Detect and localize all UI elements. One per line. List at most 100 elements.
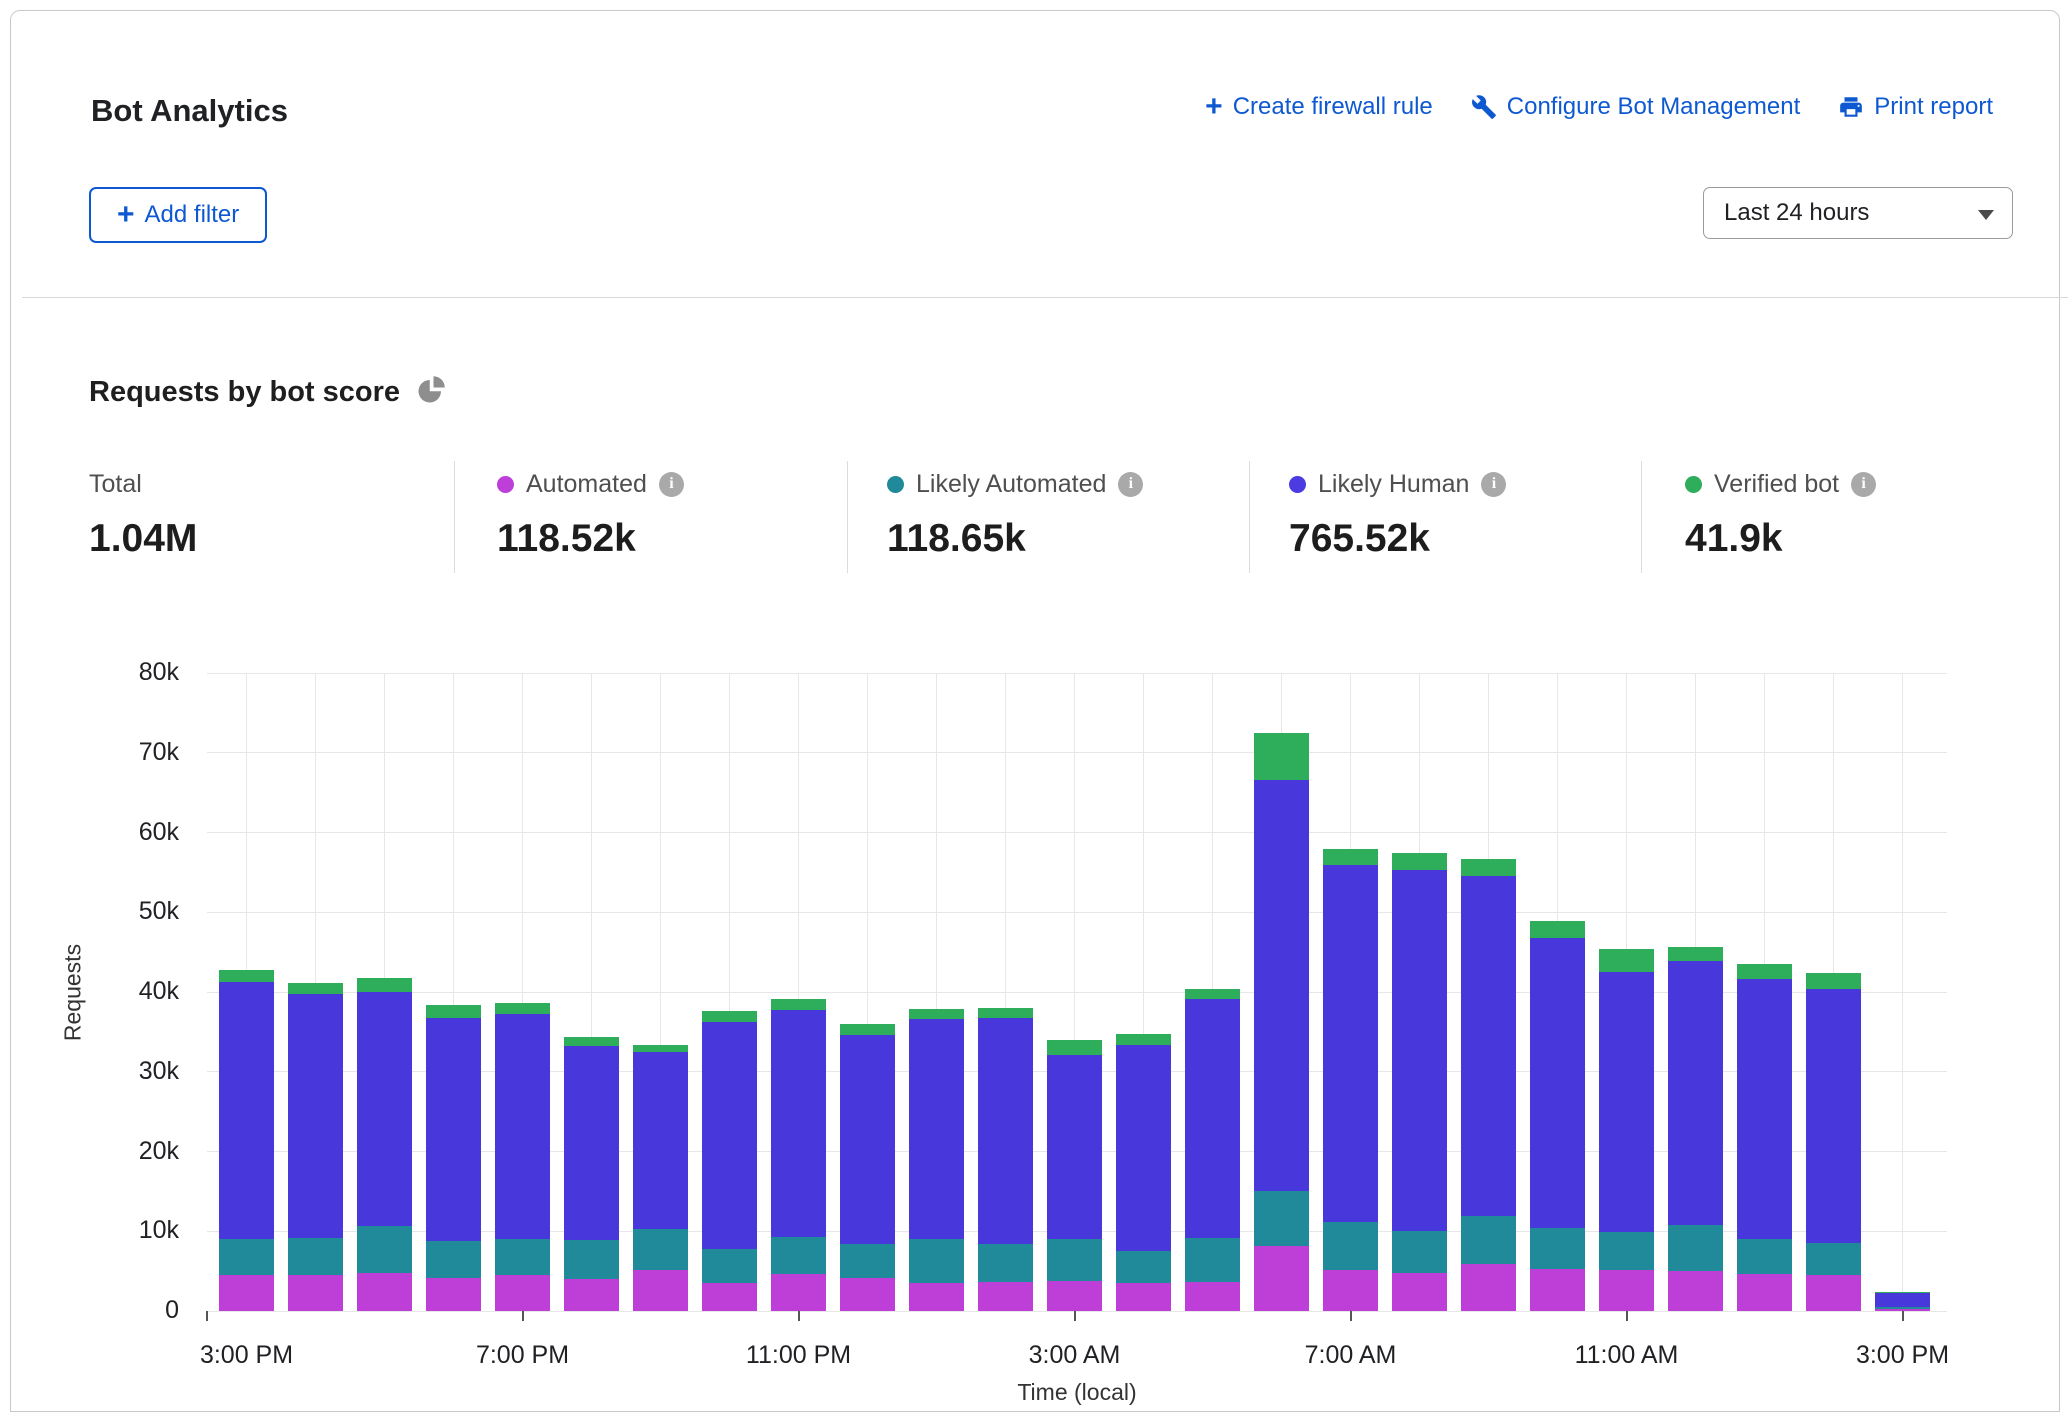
bar-segment-automated[interactable] <box>426 1278 481 1311</box>
bar-segment-automated[interactable] <box>1806 1275 1861 1311</box>
bar-segment-likely-human[interactable] <box>1185 999 1240 1238</box>
stacked-bar-500am[interactable] <box>1185 673 1240 1311</box>
stacked-bar-300pm[interactable] <box>1875 673 1930 1311</box>
bar-segment-likely-human[interactable] <box>1599 972 1654 1232</box>
stacked-bar-800pm[interactable] <box>564 673 619 1311</box>
bar-segment-likely-human[interactable] <box>1806 989 1861 1243</box>
bar-segment-likely-automated[interactable] <box>1530 1228 1585 1269</box>
bar-segment-likely-human[interactable] <box>1323 865 1378 1221</box>
stacked-bar-1200am[interactable] <box>840 673 895 1311</box>
bar-segment-verified-bot[interactable] <box>1116 1034 1171 1044</box>
bar-segment-likely-automated[interactable] <box>426 1241 481 1278</box>
bar-segment-likely-human[interactable] <box>219 982 274 1240</box>
stacked-bar-300am[interactable] <box>1047 673 1102 1311</box>
stacked-bar-1200pm[interactable] <box>1668 673 1723 1311</box>
bar-segment-likely-automated[interactable] <box>1737 1239 1792 1274</box>
bar-segment-likely-automated[interactable] <box>909 1239 964 1283</box>
bar-segment-automated[interactable] <box>1599 1270 1654 1311</box>
bar-segment-verified-bot[interactable] <box>978 1008 1033 1018</box>
bar-segment-likely-automated[interactable] <box>1668 1225 1723 1271</box>
bar-segment-verified-bot[interactable] <box>1254 733 1309 780</box>
bar-segment-automated[interactable] <box>1047 1281 1102 1311</box>
stacked-bar-200am[interactable] <box>978 673 1033 1311</box>
bar-segment-likely-human[interactable] <box>909 1019 964 1239</box>
stacked-bar-1100am[interactable] <box>1599 673 1654 1311</box>
stacked-bar-1100pm[interactable] <box>771 673 826 1311</box>
bar-segment-likely-human[interactable] <box>495 1014 550 1239</box>
time-range-select[interactable]: Last 24 hours <box>1703 187 2013 239</box>
stacked-bar-900am[interactable] <box>1461 673 1516 1311</box>
bar-segment-automated[interactable] <box>1530 1269 1585 1311</box>
bar-segment-automated[interactable] <box>288 1275 343 1311</box>
bar-segment-verified-bot[interactable] <box>1392 853 1447 870</box>
bar-segment-verified-bot[interactable] <box>633 1045 688 1052</box>
bar-segment-verified-bot[interactable] <box>1047 1040 1102 1055</box>
bar-segment-likely-automated[interactable] <box>978 1244 1033 1282</box>
stacked-bar-800am[interactable] <box>1392 673 1447 1311</box>
bar-segment-verified-bot[interactable] <box>1737 964 1792 979</box>
bar-segment-verified-bot[interactable] <box>702 1011 757 1022</box>
stacked-bar-100am[interactable] <box>909 673 964 1311</box>
stacked-bar-900pm[interactable] <box>633 673 688 1311</box>
info-icon[interactable]: i <box>659 472 684 497</box>
bar-segment-verified-bot[interactable] <box>219 970 274 982</box>
create-firewall-rule-link[interactable]: + Create firewall rule <box>1205 93 1433 121</box>
stacked-bar-700pm[interactable] <box>495 673 550 1311</box>
bar-segment-verified-bot[interactable] <box>840 1024 895 1035</box>
bar-segment-likely-human[interactable] <box>1668 961 1723 1225</box>
bar-segment-likely-human[interactable] <box>564 1046 619 1240</box>
bar-segment-likely-human[interactable] <box>1254 780 1309 1192</box>
bar-segment-likely-human[interactable] <box>288 994 343 1237</box>
stacked-bar-400pm[interactable] <box>288 673 343 1311</box>
bar-segment-automated[interactable] <box>633 1270 688 1311</box>
bar-segment-verified-bot[interactable] <box>1668 947 1723 961</box>
stacked-bar-600am[interactable] <box>1254 673 1309 1311</box>
bar-segment-likely-automated[interactable] <box>702 1249 757 1283</box>
bar-segment-verified-bot[interactable] <box>1323 849 1378 865</box>
bar-segment-likely-automated[interactable] <box>1875 1307 1930 1309</box>
bar-segment-automated[interactable] <box>840 1278 895 1311</box>
bar-segment-automated[interactable] <box>978 1282 1033 1311</box>
bar-segment-automated[interactable] <box>1323 1270 1378 1311</box>
bar-segment-likely-automated[interactable] <box>1392 1231 1447 1272</box>
bar-segment-automated[interactable] <box>1737 1274 1792 1311</box>
bar-segment-likely-automated[interactable] <box>1254 1191 1309 1245</box>
bar-segment-likely-human[interactable] <box>1047 1055 1102 1239</box>
bar-segment-verified-bot[interactable] <box>564 1037 619 1047</box>
bar-segment-verified-bot[interactable] <box>909 1009 964 1019</box>
stacked-bar-1000am[interactable] <box>1530 673 1585 1311</box>
stacked-bar-100pm[interactable] <box>1737 673 1792 1311</box>
bar-segment-likely-human[interactable] <box>978 1018 1033 1244</box>
bar-segment-likely-human[interactable] <box>1530 938 1585 1228</box>
bar-segment-likely-automated[interactable] <box>219 1239 274 1275</box>
bar-segment-likely-human[interactable] <box>426 1018 481 1241</box>
bar-segment-likely-automated[interactable] <box>357 1226 412 1273</box>
bar-segment-likely-automated[interactable] <box>1185 1238 1240 1281</box>
stacked-bar-600pm[interactable] <box>426 673 481 1311</box>
bar-segment-likely-human[interactable] <box>1116 1045 1171 1252</box>
bar-segment-likely-automated[interactable] <box>288 1238 343 1275</box>
bar-segment-likely-automated[interactable] <box>771 1237 826 1274</box>
bar-segment-likely-human[interactable] <box>633 1052 688 1229</box>
bar-segment-likely-human[interactable] <box>357 992 412 1226</box>
stacked-bar-400am[interactable] <box>1116 673 1171 1311</box>
bar-segment-automated[interactable] <box>1185 1282 1240 1312</box>
bar-segment-likely-human[interactable] <box>1875 1293 1930 1307</box>
stacked-bar-200pm[interactable] <box>1806 673 1861 1311</box>
print-report-link[interactable]: Print report <box>1838 93 1993 121</box>
bar-segment-automated[interactable] <box>219 1275 274 1311</box>
bar-segment-likely-human[interactable] <box>1392 870 1447 1231</box>
bar-segment-verified-bot[interactable] <box>357 978 412 992</box>
bar-segment-automated[interactable] <box>1668 1271 1723 1311</box>
bar-segment-likely-automated[interactable] <box>1806 1243 1861 1275</box>
configure-bot-management-link[interactable]: Configure Bot Management <box>1471 93 1801 121</box>
bar-segment-automated[interactable] <box>1254 1246 1309 1311</box>
bar-segment-verified-bot[interactable] <box>1185 989 1240 999</box>
bar-segment-automated[interactable] <box>702 1283 757 1311</box>
bar-segment-likely-automated[interactable] <box>1047 1239 1102 1280</box>
bar-segment-automated[interactable] <box>1116 1283 1171 1311</box>
bar-segment-likely-automated[interactable] <box>840 1244 895 1278</box>
bar-segment-automated[interactable] <box>564 1279 619 1311</box>
bar-segment-automated[interactable] <box>771 1274 826 1311</box>
stacked-bar-300pm[interactable] <box>219 673 274 1311</box>
